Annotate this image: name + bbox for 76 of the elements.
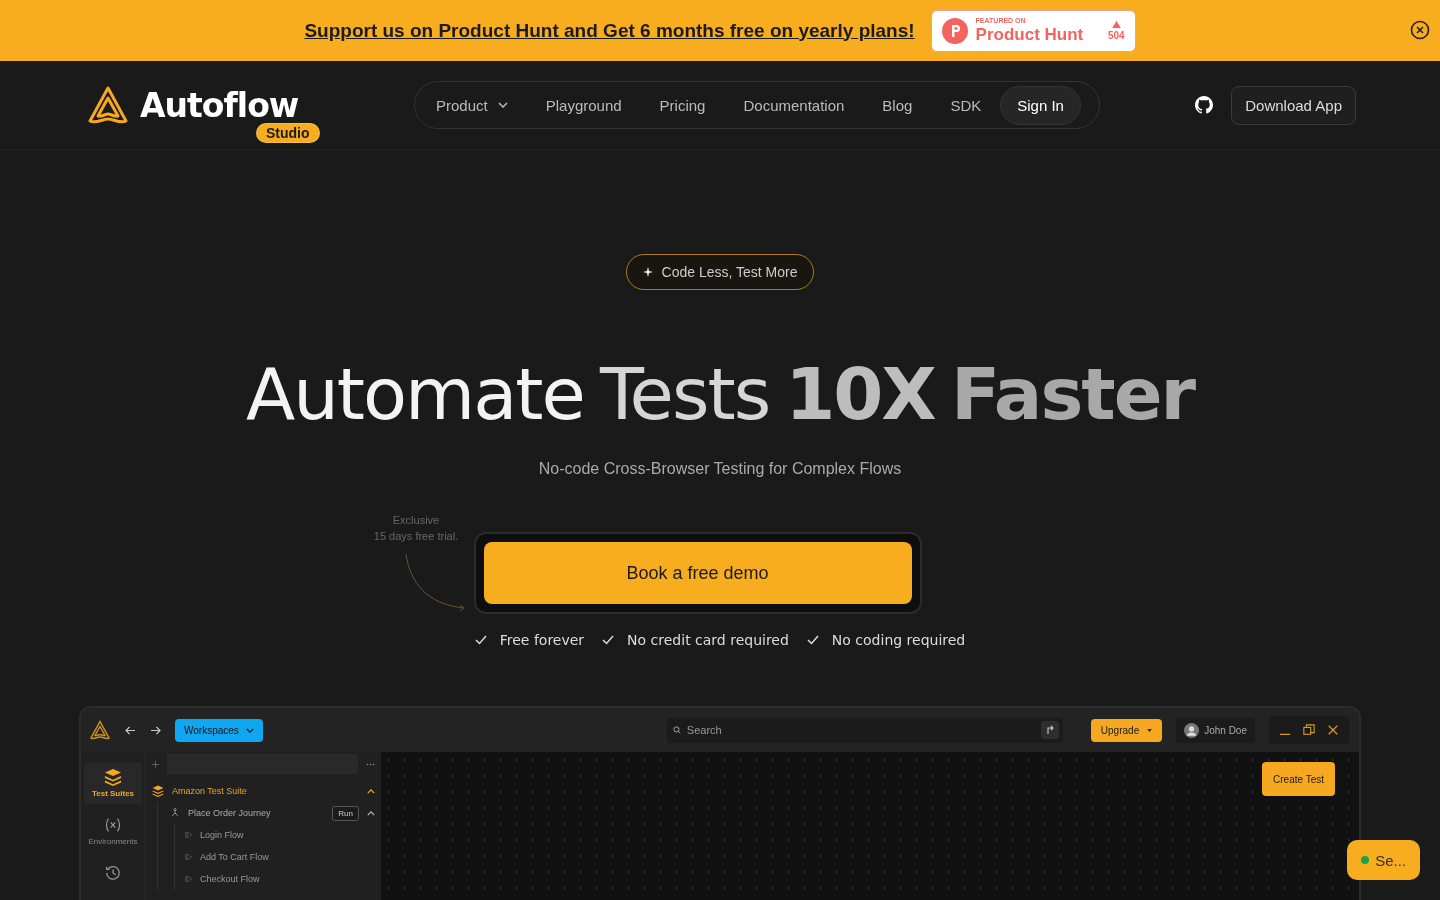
rail-tab[interactable]: Test Suites: [84, 762, 142, 804]
plus-icon[interactable]: [152, 760, 159, 768]
hero-subtitle: No-code Cross-Browser Testing for Complex Flows: [538, 460, 902, 478]
book-demo-button[interactable]: Book a free demo: [483, 542, 912, 604]
chevron-down-icon: [245, 727, 254, 733]
flow-name: Checkout Flow: [200, 874, 260, 884]
layers-icon: [152, 785, 164, 797]
sign-in-button[interactable]: Sign In: [1000, 85, 1081, 125]
flow-icon: [185, 876, 192, 882]
flow-name: Login Flow: [200, 830, 244, 840]
journey-name: Place Order Journey: [188, 808, 272, 818]
check-icon: [474, 635, 487, 645]
tree-item[interactable]: Amazon Test Suite: [152, 780, 375, 802]
feature-label: No credit card required: [627, 632, 789, 648]
layers-icon: [104, 768, 122, 786]
rail-label: Environments: [88, 837, 138, 846]
tree-item[interactable]: Place Order Journey Run: [170, 802, 375, 824]
check-icon: [806, 635, 819, 645]
workspaces-dropdown[interactable]: Workspaces: [175, 718, 263, 742]
promo-link[interactable]: Support us on Product Hunt and Get 6 months free on yearly plans!: [304, 19, 915, 42]
trial-note: 15 days free trial.: [373, 529, 459, 544]
chevron-down-icon: [497, 102, 508, 108]
chat-button[interactable]: Se...: [1347, 840, 1420, 880]
restore-icon[interactable]: [1303, 724, 1315, 736]
nav-link[interactable]: Pricing: [640, 86, 725, 124]
chevron-icon[interactable]: [367, 788, 375, 794]
search-field[interactable]: Search: [666, 717, 1063, 743]
close-icon[interactable]: [1410, 20, 1430, 40]
tree-item[interactable]: Add To Cart Flow: [185, 846, 375, 868]
rail-tab[interactable]: Environments: [84, 810, 142, 852]
github-icon[interactable]: [1195, 96, 1214, 114]
flow-icon: [185, 832, 192, 838]
create-test-button[interactable]: Create Test: [1262, 762, 1335, 796]
nav-link[interactable]: Documentation: [724, 86, 864, 124]
search-icon: [672, 726, 681, 734]
upgrade-button[interactable]: Upgrade: [1090, 718, 1163, 742]
avatar-icon: [1184, 722, 1200, 738]
chevron-icon[interactable]: [367, 810, 375, 816]
sparkle-icon: [642, 267, 653, 277]
trial-note: Exclusive: [392, 513, 440, 528]
search-input[interactable]: Search: [684, 723, 1037, 737]
nav-link[interactable]: SDK: [931, 86, 1001, 124]
logo-wordmark: Autoflow: [140, 85, 299, 125]
nav-dropdown[interactable]: Product: [417, 86, 527, 124]
rail-label: Test Suites: [91, 789, 135, 798]
feature-label: Free forever: [499, 632, 585, 648]
check-icon: [602, 635, 615, 645]
upvote-icon: [1111, 20, 1121, 28]
variable-icon: [104, 816, 122, 834]
flow-name: Add To Cart Flow: [200, 852, 269, 862]
branch-icon: [170, 808, 180, 818]
caret-icon: [1147, 728, 1153, 732]
p-logo-icon: [941, 17, 968, 44]
run-button[interactable]: Run: [332, 805, 359, 821]
nav-link[interactable]: Blog: [863, 86, 932, 124]
history-icon: [104, 864, 122, 882]
flow-icon: [185, 854, 192, 860]
tree-item[interactable]: Login Flow: [185, 824, 375, 846]
suite-name: Amazon Test Suite: [172, 786, 248, 796]
nav-link[interactable]: Playground: [526, 86, 641, 124]
logo-icon: [86, 85, 130, 125]
feature-label: No coding required: [831, 632, 966, 648]
user-chip[interactable]: John Doe: [1176, 717, 1255, 743]
badge-title: Product Hunt: [975, 25, 1085, 44]
user-name: John Doe: [1204, 724, 1247, 736]
close-icon[interactable]: [1327, 724, 1339, 736]
studio-tag: Studio: [256, 123, 320, 143]
redirect-icon[interactable]: [1040, 721, 1059, 739]
download-button[interactable]: Download App: [1231, 85, 1356, 125]
hero-title: Automate Tests 10X Faster: [245, 354, 1195, 434]
tree-item[interactable]: Checkout Flow: [185, 868, 375, 890]
tagline-text: Code Less, Test More: [661, 264, 798, 280]
app-logo-icon: [89, 720, 111, 740]
back-arrow-icon[interactable]: [125, 725, 136, 735]
vote-count: 504: [1107, 29, 1125, 41]
forward-arrow-icon[interactable]: [150, 725, 161, 735]
